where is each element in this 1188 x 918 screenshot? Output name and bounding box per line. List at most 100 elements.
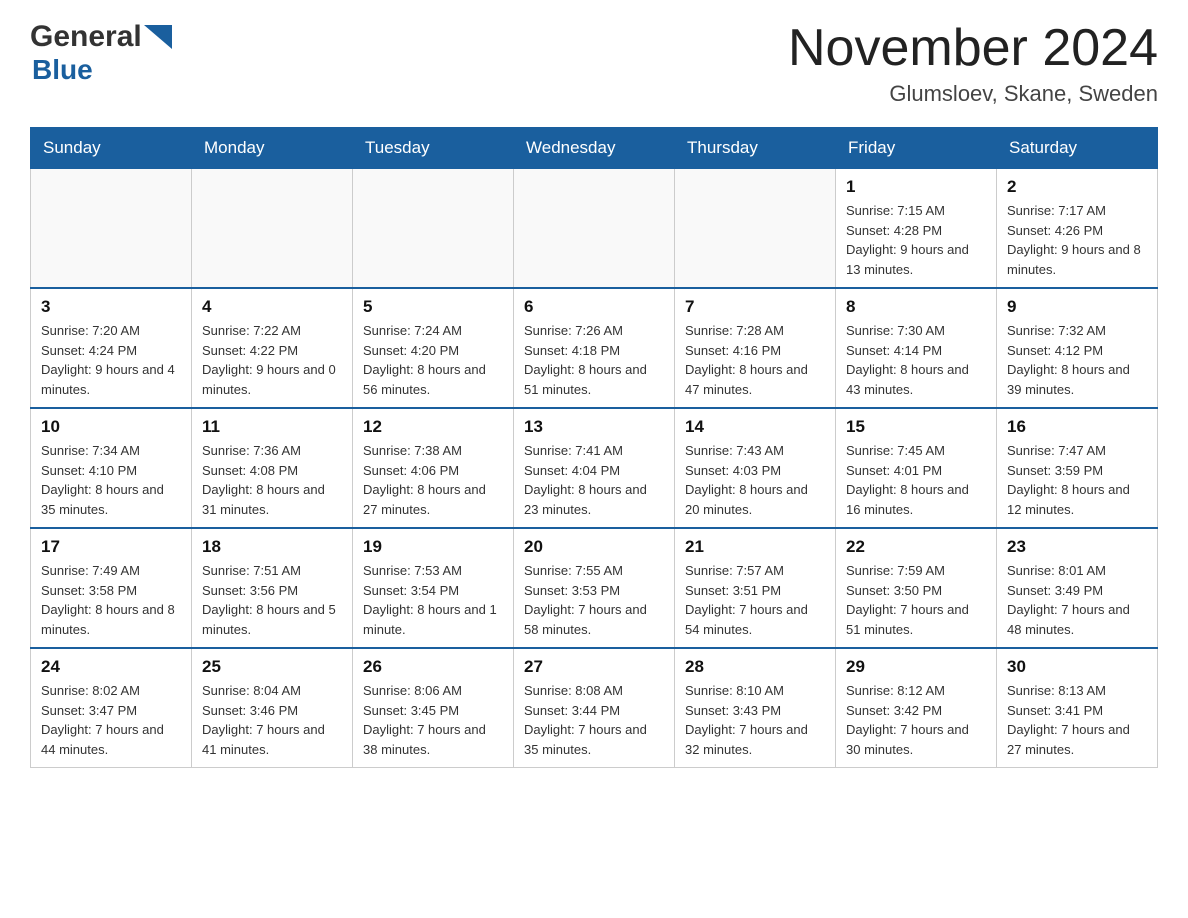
day-number: 8 bbox=[846, 297, 986, 317]
day-info: Sunrise: 8:08 AMSunset: 3:44 PMDaylight:… bbox=[524, 681, 664, 759]
day-number: 10 bbox=[41, 417, 181, 437]
day-number: 7 bbox=[685, 297, 825, 317]
day-number: 28 bbox=[685, 657, 825, 677]
calendar-cell: 19 Sunrise: 7:53 AMSunset: 3:54 PMDayligh… bbox=[353, 528, 514, 648]
weekday-header-sunday: Sunday bbox=[31, 128, 192, 169]
day-info: Sunrise: 8:10 AMSunset: 3:43 PMDaylight:… bbox=[685, 681, 825, 759]
day-number: 23 bbox=[1007, 537, 1147, 557]
weekday-header-friday: Friday bbox=[836, 128, 997, 169]
day-info: Sunrise: 7:43 AMSunset: 4:03 PMDaylight:… bbox=[685, 441, 825, 519]
calendar-cell: 7 Sunrise: 7:28 AMSunset: 4:16 PMDaylight… bbox=[675, 288, 836, 408]
day-info: Sunrise: 7:59 AMSunset: 3:50 PMDaylight:… bbox=[846, 561, 986, 639]
day-number: 30 bbox=[1007, 657, 1147, 677]
day-info: Sunrise: 8:13 AMSunset: 3:41 PMDaylight:… bbox=[1007, 681, 1147, 759]
calendar-cell: 18 Sunrise: 7:51 AMSunset: 3:56 PMDayligh… bbox=[192, 528, 353, 648]
calendar-cell: 30 Sunrise: 8:13 AMSunset: 3:41 PMDayligh… bbox=[997, 648, 1158, 768]
day-number: 13 bbox=[524, 417, 664, 437]
weekday-header-saturday: Saturday bbox=[997, 128, 1158, 169]
day-number: 25 bbox=[202, 657, 342, 677]
logo-general-text: General bbox=[30, 20, 142, 54]
day-number: 22 bbox=[846, 537, 986, 557]
day-info: Sunrise: 7:17 AMSunset: 4:26 PMDaylight:… bbox=[1007, 201, 1147, 279]
day-number: 4 bbox=[202, 297, 342, 317]
day-number: 29 bbox=[846, 657, 986, 677]
weekday-header-thursday: Thursday bbox=[675, 128, 836, 169]
day-number: 24 bbox=[41, 657, 181, 677]
day-number: 6 bbox=[524, 297, 664, 317]
day-info: Sunrise: 7:38 AMSunset: 4:06 PMDaylight:… bbox=[363, 441, 503, 519]
calendar-cell: 2 Sunrise: 7:17 AMSunset: 4:26 PMDaylight… bbox=[997, 169, 1158, 289]
day-info: Sunrise: 7:26 AMSunset: 4:18 PMDaylight:… bbox=[524, 321, 664, 399]
calendar-cell: 3Sunrise: 7:20 AMSunset: 4:24 PMDaylight… bbox=[31, 288, 192, 408]
calendar-cell: 28 Sunrise: 8:10 AMSunset: 3:43 PMDayligh… bbox=[675, 648, 836, 768]
day-info: Sunrise: 7:45 AMSunset: 4:01 PMDaylight:… bbox=[846, 441, 986, 519]
day-info: Sunrise: 7:28 AMSunset: 4:16 PMDaylight:… bbox=[685, 321, 825, 399]
day-info: Sunrise: 7:53 AMSunset: 3:54 PMDaylight:… bbox=[363, 561, 503, 639]
day-info: Sunrise: 8:01 AMSunset: 3:49 PMDaylight:… bbox=[1007, 561, 1147, 639]
day-info: Sunrise: 7:24 AMSunset: 4:20 PMDaylight:… bbox=[363, 321, 503, 399]
calendar-cell: 15 Sunrise: 7:45 AMSunset: 4:01 PMDayligh… bbox=[836, 408, 997, 528]
day-number: 18 bbox=[202, 537, 342, 557]
logo-icon bbox=[144, 25, 172, 49]
calendar-cell: 14 Sunrise: 7:43 AMSunset: 4:03 PMDayligh… bbox=[675, 408, 836, 528]
day-info: Sunrise: 8:12 AMSunset: 3:42 PMDaylight:… bbox=[846, 681, 986, 759]
day-info: Sunrise: 7:55 AMSunset: 3:53 PMDaylight:… bbox=[524, 561, 664, 639]
day-info: Sunrise: 7:47 AMSunset: 3:59 PMDaylight:… bbox=[1007, 441, 1147, 519]
calendar-header-row: SundayMondayTuesdayWednesdayThursdayFrid… bbox=[31, 128, 1158, 169]
calendar-cell: 5 Sunrise: 7:24 AMSunset: 4:20 PMDaylight… bbox=[353, 288, 514, 408]
day-info: Sunrise: 7:15 AMSunset: 4:28 PMDaylight:… bbox=[846, 201, 986, 279]
day-info: Sunrise: 7:41 AMSunset: 4:04 PMDaylight:… bbox=[524, 441, 664, 519]
day-info: Sunrise: 7:34 AMSunset: 4:10 PMDaylight:… bbox=[41, 441, 181, 519]
calendar-cell: 26Sunrise: 8:06 AMSunset: 3:45 PMDayligh… bbox=[353, 648, 514, 768]
day-number: 1 bbox=[846, 177, 986, 197]
day-number: 14 bbox=[685, 417, 825, 437]
calendar-cell: 11 Sunrise: 7:36 AMSunset: 4:08 PMDayligh… bbox=[192, 408, 353, 528]
day-number: 2 bbox=[1007, 177, 1147, 197]
calendar-cell: 20Sunrise: 7:55 AMSunset: 3:53 PMDayligh… bbox=[514, 528, 675, 648]
day-number: 19 bbox=[363, 537, 503, 557]
day-info: Sunrise: 8:04 AMSunset: 3:46 PMDaylight:… bbox=[202, 681, 342, 759]
calendar-week-3: 10 Sunrise: 7:34 AMSunset: 4:10 PMDayligh… bbox=[31, 408, 1158, 528]
calendar-table: SundayMondayTuesdayWednesdayThursdayFrid… bbox=[30, 127, 1158, 768]
day-number: 17 bbox=[41, 537, 181, 557]
day-info: Sunrise: 7:49 AMSunset: 3:58 PMDaylight:… bbox=[41, 561, 181, 639]
weekday-header-wednesday: Wednesday bbox=[514, 128, 675, 169]
day-number: 5 bbox=[363, 297, 503, 317]
calendar-cell: 1 Sunrise: 7:15 AMSunset: 4:28 PMDaylight… bbox=[836, 169, 997, 289]
calendar-cell: 12 Sunrise: 7:38 AMSunset: 4:06 PMDayligh… bbox=[353, 408, 514, 528]
calendar-cell: 8Sunrise: 7:30 AMSunset: 4:14 PMDaylight… bbox=[836, 288, 997, 408]
month-title: November 2024 bbox=[788, 20, 1158, 77]
day-info: Sunrise: 7:32 AMSunset: 4:12 PMDaylight:… bbox=[1007, 321, 1147, 399]
day-number: 21 bbox=[685, 537, 825, 557]
day-number: 15 bbox=[846, 417, 986, 437]
calendar-cell: 24Sunrise: 8:02 AMSunset: 3:47 PMDayligh… bbox=[31, 648, 192, 768]
logo-blue-text: Blue bbox=[32, 54, 93, 86]
location-text: Glumsloev, Skane, Sweden bbox=[788, 81, 1158, 107]
calendar-cell bbox=[514, 169, 675, 289]
calendar-cell: 13 Sunrise: 7:41 AMSunset: 4:04 PMDayligh… bbox=[514, 408, 675, 528]
calendar-cell: 29 Sunrise: 8:12 AMSunset: 3:42 PMDayligh… bbox=[836, 648, 997, 768]
calendar-cell: 23 Sunrise: 8:01 AMSunset: 3:49 PMDayligh… bbox=[997, 528, 1158, 648]
calendar-cell: 21 Sunrise: 7:57 AMSunset: 3:51 PMDayligh… bbox=[675, 528, 836, 648]
day-number: 26 bbox=[363, 657, 503, 677]
calendar-week-2: 3Sunrise: 7:20 AMSunset: 4:24 PMDaylight… bbox=[31, 288, 1158, 408]
day-number: 11 bbox=[202, 417, 342, 437]
calendar-cell bbox=[675, 169, 836, 289]
logo: General Blue bbox=[30, 20, 172, 86]
calendar-cell bbox=[353, 169, 514, 289]
calendar-week-4: 17 Sunrise: 7:49 AMSunset: 3:58 PMDayligh… bbox=[31, 528, 1158, 648]
calendar-cell bbox=[31, 169, 192, 289]
day-info: Sunrise: 7:57 AMSunset: 3:51 PMDaylight:… bbox=[685, 561, 825, 639]
calendar-cell bbox=[192, 169, 353, 289]
day-info: Sunrise: 7:22 AMSunset: 4:22 PMDaylight:… bbox=[202, 321, 342, 399]
calendar-week-5: 24Sunrise: 8:02 AMSunset: 3:47 PMDayligh… bbox=[31, 648, 1158, 768]
calendar-week-1: 1 Sunrise: 7:15 AMSunset: 4:28 PMDaylight… bbox=[31, 169, 1158, 289]
day-number: 12 bbox=[363, 417, 503, 437]
calendar-cell: 16Sunrise: 7:47 AMSunset: 3:59 PMDayligh… bbox=[997, 408, 1158, 528]
calendar-cell: 9Sunrise: 7:32 AMSunset: 4:12 PMDaylight… bbox=[997, 288, 1158, 408]
day-info: Sunrise: 7:36 AMSunset: 4:08 PMDaylight:… bbox=[202, 441, 342, 519]
day-info: Sunrise: 7:51 AMSunset: 3:56 PMDaylight:… bbox=[202, 561, 342, 639]
day-info: Sunrise: 7:20 AMSunset: 4:24 PMDaylight:… bbox=[41, 321, 181, 399]
day-number: 27 bbox=[524, 657, 664, 677]
page-header: General Blue November 2024 Glumsloev, Sk… bbox=[30, 20, 1158, 107]
